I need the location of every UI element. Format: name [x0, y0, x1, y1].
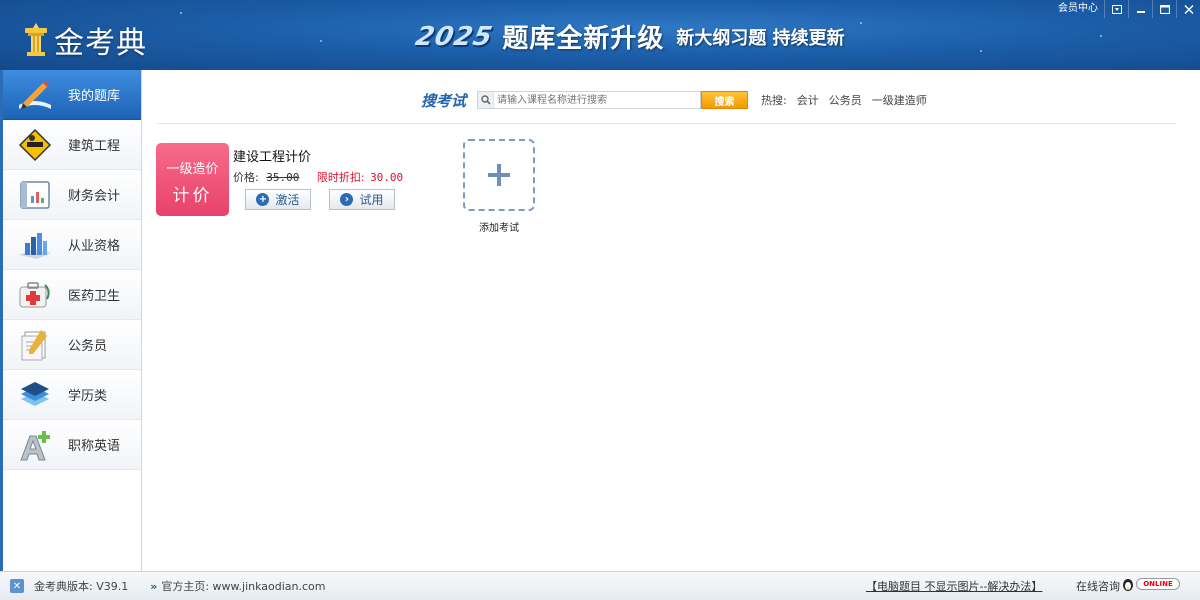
app-logo: 金考典 [22, 18, 147, 62]
discount-price: 30.00 [370, 171, 404, 184]
sidebar-item-label: 从业资格 [68, 239, 121, 254]
activate-button[interactable]: + 激活 [245, 189, 311, 210]
sidebar-item-label: 学历类 [68, 389, 108, 404]
search-bar: 搜考试 搜索 热搜: 会计 公务员 一级建造师 [142, 89, 1200, 111]
hot-search-accounting[interactable]: 会计 [797, 92, 819, 108]
plus-icon [488, 164, 510, 186]
cover-line-1: 一级造价 [166, 162, 219, 177]
cover-line-2: 计价 [172, 186, 213, 206]
banner-year: 2025 [412, 21, 496, 52]
plus-circle-icon: + [256, 193, 270, 206]
course-cover[interactable]: 一级造价 计价 [156, 143, 229, 216]
course-card: 一级造价 计价 建设工程计价 价格: 35.00 限时折扣: 30.00 + 激… [156, 143, 416, 218]
price-label: 价格: [233, 171, 259, 184]
activate-label: 激活 [275, 193, 300, 207]
category-sidebar: 我的题库 建筑工程 财务会计 从业资格 医药卫生 公务员 学历类 职称英语 [0, 70, 142, 571]
add-exam-label: 添加考试 [479, 223, 519, 234]
price-row: 价格: 35.00 限时折扣: 30.00 [233, 169, 403, 185]
sidebar-item-label: 职称英语 [68, 439, 121, 454]
sidebar-item-title-english[interactable]: 职称英语 [3, 420, 141, 470]
member-center-link[interactable]: 会员中心 [1052, 0, 1104, 18]
promo-banner: 2025 题库全新升级 新大纲习题 持续更新 [412, 18, 845, 55]
online-tag: ONLINE [1136, 578, 1180, 590]
layers-icon [15, 375, 55, 415]
sidebar-item-civil-servant[interactable]: 公务员 [3, 320, 141, 370]
online-badge[interactable]: ONLINE [1122, 577, 1180, 591]
app-header: 金考典 2025 题库全新升级 新大纲习题 持续更新 会员中心 [0, 0, 1200, 70]
trial-label: 试用 [359, 193, 384, 207]
arrow-circle-icon: › [340, 193, 354, 206]
sidebar-item-label: 财务会计 [68, 189, 121, 204]
construction-sign-icon [15, 125, 55, 165]
hot-searches: 热搜: 会计 公务员 一级建造师 [761, 92, 937, 108]
close-button[interactable] [1176, 0, 1200, 18]
image-problem-link[interactable]: 【电脑题目 不显示图片--解决办法】 [866, 578, 1042, 594]
bar-chart-icon [15, 225, 55, 265]
search-field[interactable] [477, 91, 701, 109]
course-title: 建设工程计价 [233, 150, 312, 165]
version-text: 金考典版本: V39.1 [34, 580, 129, 593]
trial-button[interactable]: › 试用 [329, 189, 395, 210]
discount-label: 限时折扣: [316, 171, 365, 184]
ledger-chart-icon [15, 175, 55, 215]
maximize-button[interactable] [1152, 0, 1176, 18]
search-title: 搜考试 [421, 92, 467, 110]
sidebar-item-qualification[interactable]: 从业资格 [3, 220, 141, 270]
document-stack-icon [15, 325, 55, 365]
minimize-icon [1136, 10, 1145, 13]
pen-book-icon [15, 75, 55, 115]
menu-button[interactable] [1104, 0, 1128, 18]
app-small-icon: ✕ [10, 579, 24, 593]
homepage-link[interactable]: 官方主页: www.jinkaodian.com [161, 578, 325, 594]
hot-search-constructor[interactable]: 一级建造师 [872, 92, 927, 108]
medical-kit-icon [15, 275, 55, 315]
sidebar-item-label: 医药卫生 [68, 289, 121, 304]
search-button[interactable]: 搜索 [701, 91, 748, 109]
sidebar-item-my-bank[interactable]: 我的题库 [3, 70, 141, 120]
sidebar-item-construction[interactable]: 建筑工程 [3, 120, 141, 170]
sidebar-item-label: 我的题库 [68, 89, 121, 104]
search-input[interactable] [494, 92, 700, 108]
main-content: 搜考试 搜索 热搜: 会计 公务员 一级建造师 一级造价 计价 建设工程计价 价… [142, 70, 1200, 571]
maximize-icon [1159, 4, 1170, 14]
online-consult-link[interactable]: 在线咨询 [1076, 578, 1120, 594]
sidebar-item-label: 公务员 [68, 339, 108, 354]
penguin-icon [1123, 579, 1133, 591]
divider [156, 123, 1176, 124]
app-name: 金考典 [54, 26, 147, 61]
hot-search-label: 热搜: [761, 94, 787, 107]
add-exam-button[interactable] [463, 139, 535, 211]
sidebar-item-label: 建筑工程 [68, 139, 121, 154]
search-icon [478, 92, 494, 108]
banner-subline: 新大纲习题 持续更新 [676, 27, 845, 49]
window-controls: 会员中心 [1052, 0, 1200, 18]
double-chevron-icon: » [150, 579, 158, 593]
banner-headline: 题库全新升级 [502, 24, 665, 54]
original-price: 35.00 [266, 171, 300, 184]
menu-icon [1111, 4, 1122, 14]
sidebar-item-education[interactable]: 学历类 [3, 370, 141, 420]
sidebar-item-accounting[interactable]: 财务会计 [3, 170, 141, 220]
hot-search-civil-servant[interactable]: 公务员 [829, 92, 862, 108]
crown-pillar-icon [22, 22, 50, 58]
sidebar-item-medical[interactable]: 医药卫生 [3, 270, 141, 320]
minimize-button[interactable] [1128, 0, 1152, 18]
close-icon [1184, 4, 1193, 14]
status-bar: ✕ 金考典版本: V39.1 » 官方主页: www.jinkaodian.co… [0, 571, 1200, 600]
letter-a-plus-icon [15, 425, 55, 465]
